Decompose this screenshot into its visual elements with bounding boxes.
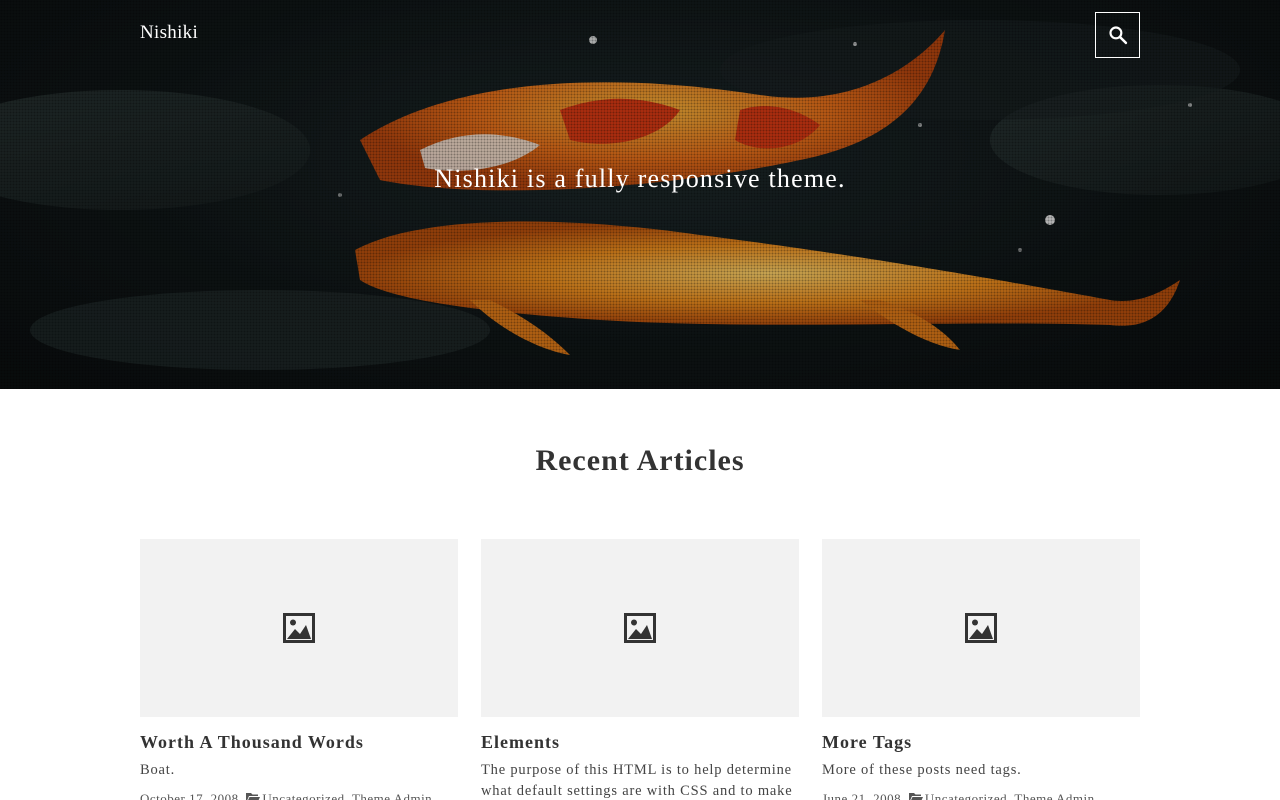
article-date[interactable]: June 21, 2008	[822, 791, 901, 800]
article-category[interactable]: Uncategorized	[925, 791, 1007, 800]
article-thumbnail[interactable]	[481, 539, 799, 717]
article-meta: October 17, 2008 Uncategorized, Theme Ad…	[140, 791, 458, 800]
article-thumbnail[interactable]	[822, 539, 1140, 717]
image-placeholder-icon	[965, 613, 997, 643]
article-card: Worth A Thousand Words Boat. October 17,…	[140, 539, 458, 800]
article-category[interactable]: Uncategorized	[262, 791, 344, 800]
article-excerpt: The purpose of this HTML is to help dete…	[481, 762, 793, 799]
article-date[interactable]: October 17, 2008	[140, 791, 239, 800]
search-button[interactable]	[1095, 12, 1140, 58]
article-card: More Tags More of these posts need tags.…	[822, 539, 1140, 800]
article-title[interactable]: Elements	[481, 732, 799, 753]
article-meta: June 21, 2008 Uncategorized, Theme Admin	[822, 791, 1140, 800]
site-title-link[interactable]: Nishiki	[140, 22, 198, 44]
article-title[interactable]: More Tags	[822, 732, 1140, 753]
hero-overlay	[0, 0, 1280, 389]
folder-icon	[246, 793, 261, 800]
image-placeholder-icon	[624, 613, 656, 643]
section-title: Recent Articles	[535, 444, 745, 477]
article-excerpt: More of these posts need tags.	[822, 762, 1022, 778]
article-author[interactable]: Theme Admin	[352, 791, 432, 800]
search-icon	[1108, 26, 1127, 45]
image-placeholder-icon	[283, 613, 315, 643]
article-thumbnail[interactable]	[140, 539, 458, 717]
article-card: Elements The purpose of this HTML is to …	[481, 539, 799, 800]
site-tagline: Nishiki is a fully responsive theme.	[434, 164, 846, 193]
hero-header: Nishiki Nishiki is a fully responsive th…	[0, 0, 1280, 389]
article-author[interactable]: Theme Admin	[1014, 791, 1094, 800]
article-excerpt: Boat.	[140, 762, 176, 778]
folder-icon	[908, 793, 923, 800]
article-title[interactable]: Worth A Thousand Words	[140, 732, 458, 753]
